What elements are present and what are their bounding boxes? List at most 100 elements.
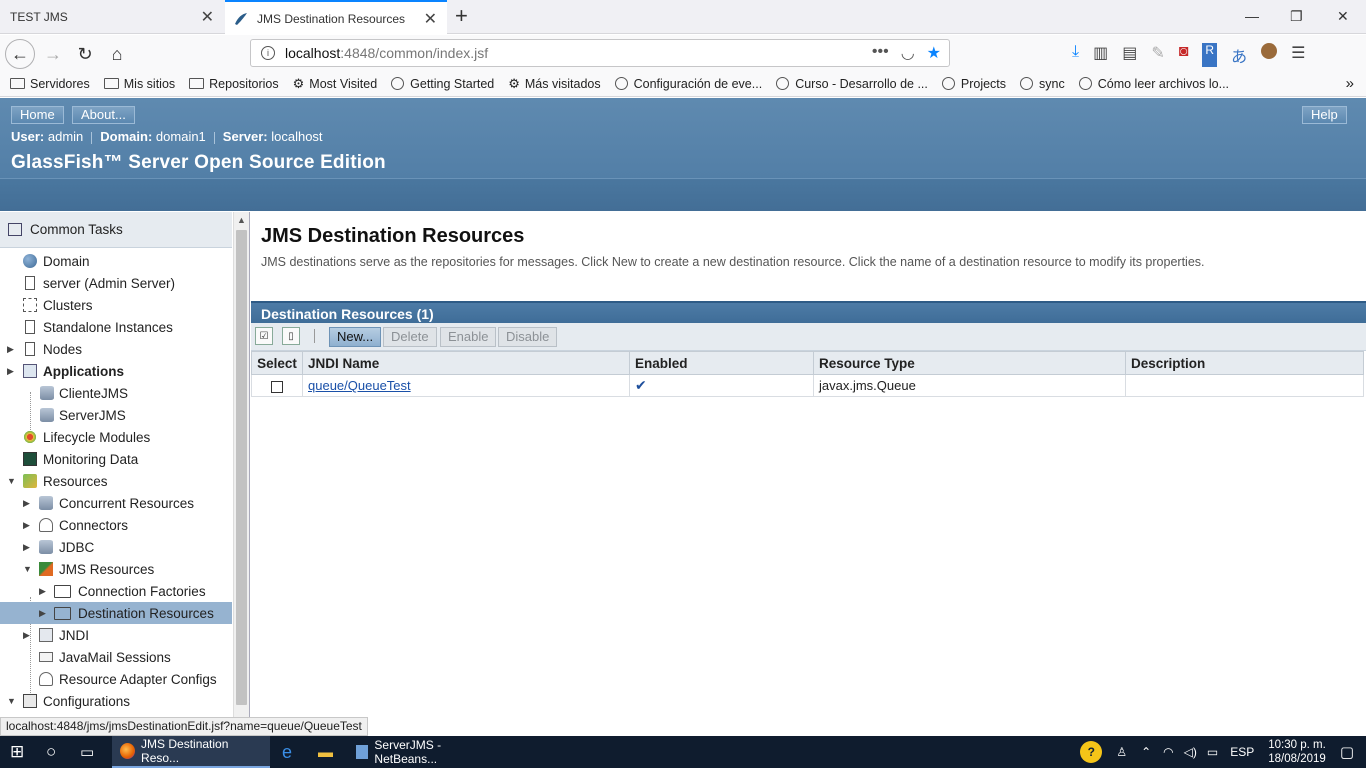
people-icon[interactable]: ♙ <box>1116 745 1127 759</box>
column-header-jndi-name[interactable]: JNDI Name <box>302 351 630 375</box>
tree-item-monitoring-data[interactable]: Monitoring Data <box>0 448 232 470</box>
new-tab-icon[interactable]: + <box>455 5 468 27</box>
language-indicator[interactable]: ESP <box>1230 745 1254 759</box>
taskbar-app-netbeans[interactable]: ServerJMS - NetBeans... <box>348 736 500 768</box>
close-window-icon[interactable]: ✕ <box>1337 8 1349 25</box>
expand-icon[interactable]: ▶ <box>23 630 30 641</box>
tree-item-connectors[interactable]: ▶ Connectors <box>0 514 232 536</box>
windows-start-icon[interactable]: ⊞ <box>10 736 24 768</box>
close-tab-icon[interactable]: ✕ <box>201 7 214 27</box>
common-tasks-header[interactable]: Common Tasks <box>0 212 232 248</box>
forward-icon[interactable]: → <box>38 39 68 69</box>
tab-test-jms[interactable]: TEST JMS ✕ <box>0 0 224 34</box>
tree-item-serverjms[interactable]: ServerJMS <box>0 404 232 426</box>
translate-icon[interactable]: あ <box>1231 43 1247 67</box>
bookmark-most-visited[interactable]: ⚙ Most Visited <box>293 76 378 92</box>
row-select-checkbox[interactable] <box>271 380 283 393</box>
bookmark-sync[interactable]: sync <box>1020 77 1065 91</box>
expand-icon[interactable]: ▶ <box>23 520 30 531</box>
downloads-icon[interactable]: ⤓ <box>1072 43 1079 67</box>
expand-icon[interactable]: ▶ <box>39 608 46 619</box>
bookmark-getting-started[interactable]: Getting Started <box>391 77 494 91</box>
collapse-icon[interactable]: ▼ <box>7 696 16 706</box>
file-explorer-icon[interactable]: ▬ <box>318 736 333 768</box>
tree-item-concurrent-resources[interactable]: ▶ Concurrent Resources <box>0 492 232 514</box>
enable-button[interactable]: Enable <box>440 327 497 347</box>
search-icon[interactable]: ○ <box>46 736 56 768</box>
url-bar[interactable]: i localhost:4848/common/index.jsf ••• ◡ … <box>250 39 950 67</box>
notifications-icon[interactable]: ▢ <box>1340 743 1354 761</box>
network-icon[interactable]: ◠ <box>1163 745 1173 759</box>
tree-item-javamail-sessions[interactable]: JavaMail Sessions <box>0 646 232 668</box>
tree-item-jms-resources[interactable]: ▼ JMS Resources <box>0 558 232 580</box>
tree-item-lifecycle-modules[interactable]: Lifecycle Modules <box>0 426 232 448</box>
select-all-icon[interactable]: ☑ <box>255 327 273 345</box>
bookmark-configuracion[interactable]: Configuración de eve... <box>614 77 762 91</box>
pocket-icon[interactable]: ◡ <box>901 43 915 63</box>
expand-icon[interactable]: ▶ <box>39 586 46 597</box>
chevron-more-icon[interactable]: » <box>1346 75 1354 92</box>
pen-icon[interactable]: ✎ <box>1151 43 1164 67</box>
battery-icon[interactable]: ▭ <box>1207 745 1218 759</box>
column-header-description[interactable]: Description <box>1125 351 1364 375</box>
bookmark-como-leer[interactable]: Cómo leer archivos lo... <box>1078 77 1229 91</box>
menu-icon[interactable]: ☰ <box>1291 43 1305 67</box>
bookmark-mas-visitados[interactable]: ⚙ Más visitados <box>508 76 600 92</box>
tree-item-server[interactable]: server (Admin Server) <box>0 272 232 294</box>
collapse-icon[interactable]: ▼ <box>23 564 32 574</box>
tree-item-standalone-instances[interactable]: Standalone Instances <box>0 316 232 338</box>
expand-icon[interactable]: ▶ <box>7 344 14 355</box>
bookmark-servidores[interactable]: Servidores <box>10 77 90 91</box>
edge-icon[interactable]: e <box>282 736 292 768</box>
disable-button[interactable]: Disable <box>498 327 558 347</box>
home-icon[interactable]: ⌂ <box>102 39 132 69</box>
about-button[interactable]: About... <box>72 106 135 124</box>
tree-scrollbar[interactable]: ▲ <box>233 212 249 717</box>
tree-item-nodes[interactable]: ▶ Nodes <box>0 338 232 360</box>
expand-icon[interactable]: ▶ <box>7 366 14 377</box>
restore-icon[interactable]: ❐ <box>1290 8 1303 25</box>
tree-item-applications[interactable]: ▶ Applications <box>0 360 232 382</box>
deselect-all-icon[interactable]: ▯ <box>282 327 300 345</box>
tree-item-clientejms[interactable]: ClienteJMS <box>0 382 232 404</box>
tree-item-connection-factories[interactable]: ▶ Connection Factories <box>0 580 232 602</box>
bookmark-mis-sitios[interactable]: Mis sitios <box>103 77 175 91</box>
clock[interactable]: 10:30 p. m. 18/08/2019 <box>1268 738 1326 766</box>
extension-r-icon[interactable]: R <box>1202 43 1218 67</box>
new-button[interactable]: New... <box>329 327 382 347</box>
info-icon[interactable]: i <box>261 46 275 60</box>
minimize-icon[interactable]: — <box>1245 8 1259 24</box>
show-hidden-icons-icon[interactable]: ⌃ <box>1141 745 1151 759</box>
expand-icon[interactable]: ▶ <box>23 542 30 553</box>
help-icon[interactable]: ? <box>1080 741 1103 763</box>
extension-shield-icon[interactable]: ◙ <box>1179 43 1189 67</box>
scroll-up-icon[interactable]: ▲ <box>237 215 246 225</box>
jndi-name-link[interactable]: queue/QueueTest <box>308 378 411 393</box>
bookmark-curso[interactable]: Curso - Desarrollo de ... <box>776 77 928 91</box>
profile-avatar[interactable] <box>1261 43 1278 59</box>
close-tab-icon[interactable]: ✕ <box>424 9 437 29</box>
sidebar-toggle-icon[interactable]: ▤ <box>1122 43 1137 67</box>
bookmark-star-icon[interactable]: ★ <box>927 43 941 63</box>
tree-item-resource-adapter-configs[interactable]: Resource Adapter Configs <box>0 668 232 690</box>
delete-button[interactable]: Delete <box>383 327 437 347</box>
bookmark-projects[interactable]: Projects <box>941 77 1006 91</box>
scrollbar-thumb[interactable] <box>236 230 247 705</box>
tree-item-configurations[interactable]: ▼ Configurations <box>0 690 232 712</box>
volume-icon[interactable]: ◁) <box>1184 745 1197 759</box>
bookmark-repositorios[interactable]: Repositorios <box>189 77 279 91</box>
page-actions-icon[interactable]: ••• <box>872 43 889 63</box>
tree-item-resources[interactable]: ▼ Resources <box>0 470 232 492</box>
expand-icon[interactable]: ▶ <box>23 498 30 509</box>
reload-icon[interactable]: ↻ <box>70 39 100 69</box>
library-icon[interactable]: ▥ <box>1093 43 1108 67</box>
tree-item-domain[interactable]: Domain <box>0 250 232 272</box>
tree-item-jndi[interactable]: ▶ JNDI <box>0 624 232 646</box>
tree-item-destination-resources[interactable]: ▶ Destination Resources <box>0 602 232 624</box>
help-button[interactable]: Help <box>1302 106 1347 124</box>
taskbar-app-firefox[interactable]: JMS Destination Reso... <box>112 736 270 768</box>
task-view-icon[interactable]: ▭ <box>80 736 94 768</box>
tree-item-jdbc[interactable]: ▶ JDBC <box>0 536 232 558</box>
column-header-select[interactable]: Select <box>251 351 303 375</box>
collapse-icon[interactable]: ▼ <box>7 476 16 486</box>
